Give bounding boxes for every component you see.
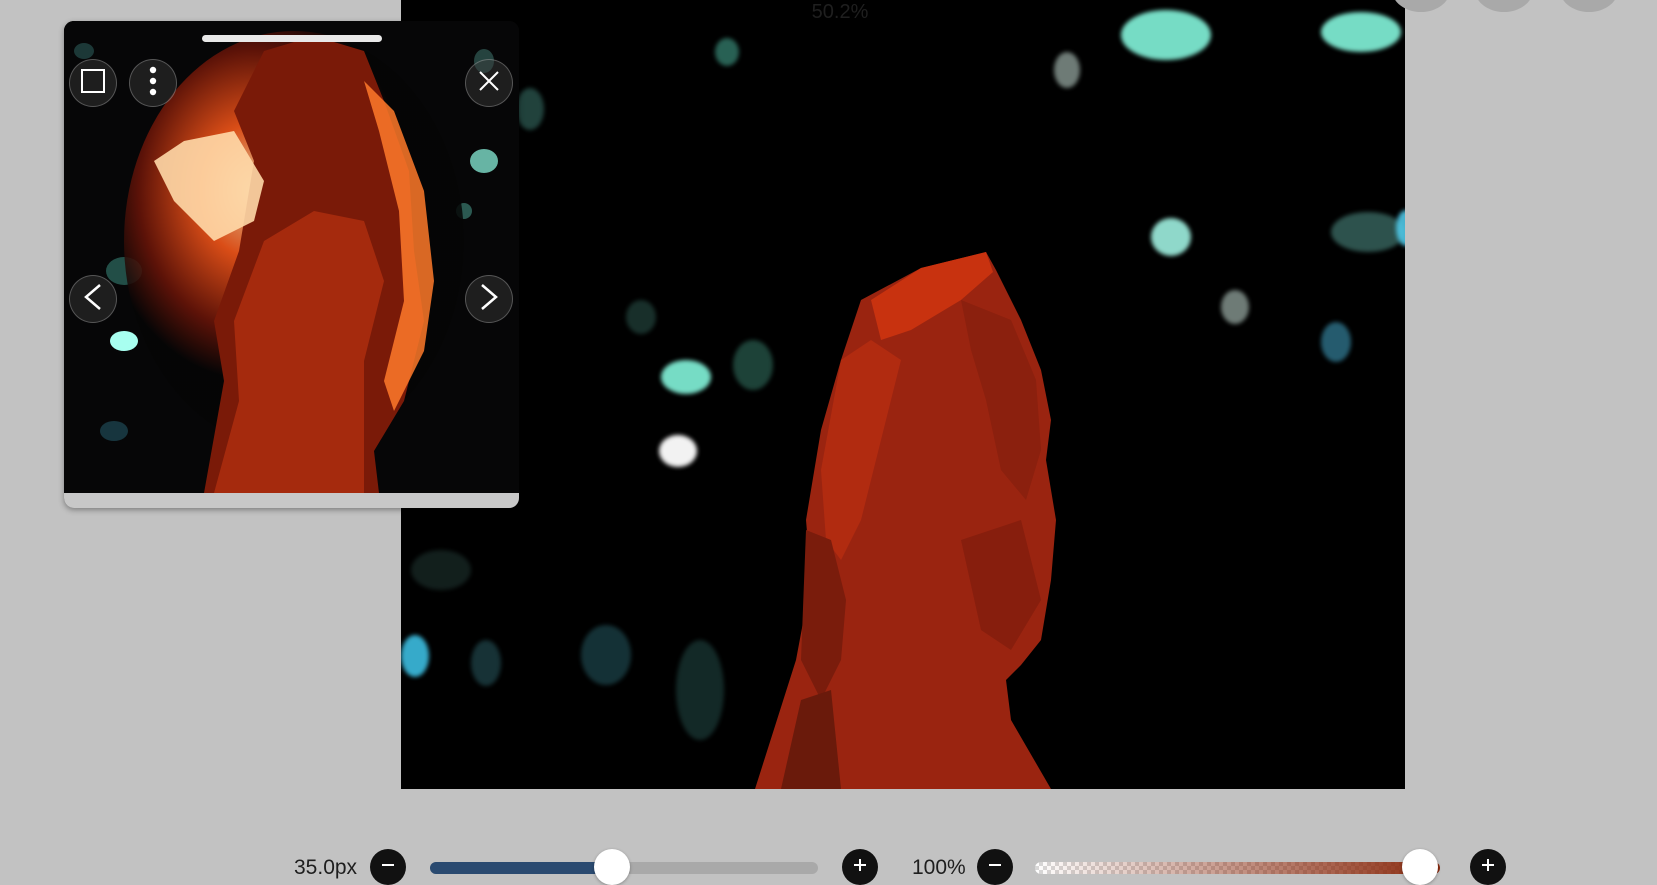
opacity-label: 100% xyxy=(912,856,966,879)
reference-window-footer xyxy=(64,493,519,508)
opacity-slider-thumb[interactable] xyxy=(1402,849,1438,885)
brush-size-label: 35.0px xyxy=(294,856,358,879)
reference-window[interactable] xyxy=(64,21,519,508)
brush-size-slider-thumb[interactable] xyxy=(594,849,631,885)
chevron-left-icon xyxy=(82,283,104,316)
zoom-level-label: 50.2% xyxy=(811,1,869,23)
minus-icon xyxy=(380,857,396,878)
opacity-decrease-button[interactable] xyxy=(977,849,1013,885)
previous-image-button[interactable] xyxy=(69,275,117,323)
brush-size-increase-button[interactable] xyxy=(842,849,878,885)
brush-size-slider-fill xyxy=(430,862,613,874)
top-toolbar-button[interactable] xyxy=(1560,0,1618,12)
chevron-right-icon xyxy=(478,283,500,316)
drawing-canvas[interactable] xyxy=(401,0,1405,789)
drag-handle[interactable] xyxy=(202,35,382,42)
brush-size-decrease-button[interactable] xyxy=(370,849,406,885)
plus-icon xyxy=(1480,857,1496,878)
vertical-dots-icon xyxy=(148,66,158,101)
frame-toggle-button[interactable] xyxy=(69,59,117,107)
reference-menu-button[interactable] xyxy=(129,59,177,107)
opacity-slider[interactable] xyxy=(1035,862,1440,874)
square-frame-icon xyxy=(80,68,106,99)
minus-icon xyxy=(987,857,1003,878)
opacity-increase-button[interactable] xyxy=(1470,849,1506,885)
top-toolbar-button[interactable] xyxy=(1475,0,1533,12)
close-reference-button[interactable] xyxy=(465,59,513,107)
close-x-icon xyxy=(478,70,500,97)
plus-icon xyxy=(852,857,868,878)
next-image-button[interactable] xyxy=(465,275,513,323)
